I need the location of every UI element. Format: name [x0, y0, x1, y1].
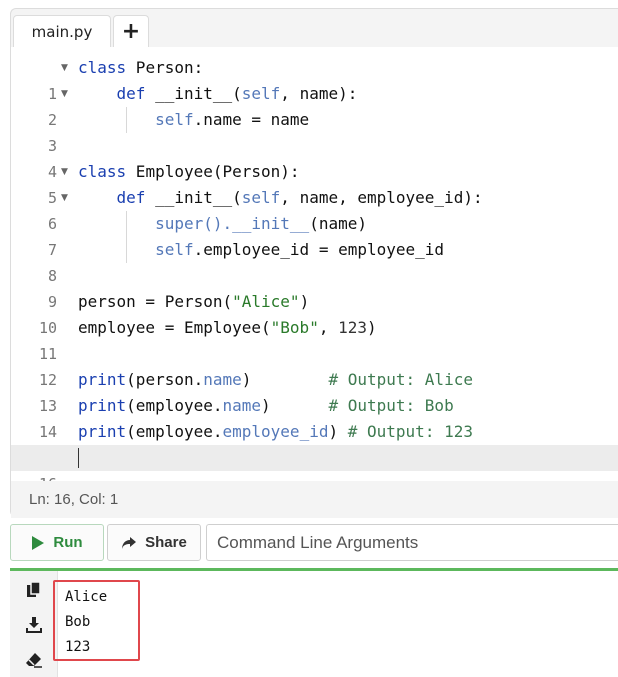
code-line: 13 print(person.name) # Output: Alice	[11, 367, 618, 415]
editor-panel: main.py + 1 ▼ class Person: 2 ▼ def __in…	[10, 8, 618, 518]
keyword: def	[116, 84, 146, 103]
self-keyword: self	[155, 110, 194, 129]
output-panel: Alice Bob 123	[10, 568, 618, 677]
code-text: __init__(	[145, 84, 242, 103]
output-highlight-annotation	[53, 580, 140, 661]
code-line: 7 super().__init__(name)	[11, 211, 618, 259]
code-text: )	[299, 292, 310, 311]
self-keyword: self	[241, 84, 281, 103]
code-text: , name, employee_id):	[280, 188, 483, 207]
code-text: Person:	[126, 58, 204, 77]
attribute: employee_id	[222, 422, 329, 441]
code-line: 15 print(employee.employee_id) # Output:…	[11, 419, 618, 467]
code-text: (name)	[309, 214, 367, 233]
code-line: 10 person = Person("Alice")	[11, 289, 618, 337]
code-text: Employee(Person):	[126, 162, 300, 181]
keyword: class	[78, 162, 127, 181]
code-text: (person.	[126, 370, 204, 389]
builtin-print: print	[78, 396, 127, 415]
output-sidebar	[10, 571, 58, 677]
tab-bar: main.py +	[11, 9, 618, 47]
code-text: .employee_id = employee_id	[193, 240, 445, 259]
code-text: person = Person(	[78, 292, 233, 311]
fold-arrow-icon[interactable]: ▼	[61, 81, 68, 107]
eraser-icon[interactable]	[25, 651, 43, 669]
code-text: )	[328, 422, 339, 441]
code-text: , name):	[280, 84, 358, 103]
string-literal: "Bob"	[270, 318, 319, 337]
command-line-args-input[interactable]: Command Line Arguments	[206, 524, 618, 561]
string-literal: "Alice"	[232, 292, 300, 311]
code-text: )	[367, 318, 377, 337]
toolbar: Run Share Command Line Arguments	[10, 524, 618, 562]
self-keyword: self	[241, 188, 281, 207]
code-line-active: 16	[11, 445, 618, 493]
code-line: 2 ▼ def __init__(self, name):	[11, 81, 618, 129]
init-call: __init__	[232, 214, 310, 233]
code-editor[interactable]: 1 ▼ class Person: 2 ▼ def __init__(self,…	[11, 47, 618, 493]
code-comment: # Output: Alice	[328, 370, 473, 389]
code-text: )	[261, 396, 271, 415]
code-text: __init__(	[145, 188, 242, 207]
self-keyword: self	[155, 240, 194, 259]
code-line: 4	[11, 133, 618, 181]
builtin-print: print	[78, 422, 127, 441]
attribute: name	[222, 396, 262, 415]
cursor-position-status: Ln: 16, Col: 1	[11, 481, 618, 518]
play-icon	[32, 535, 45, 550]
number-literal: 123	[338, 318, 367, 337]
run-button-label: Run	[53, 534, 83, 551]
code-line: 3 self.name = name	[11, 107, 618, 155]
code-text: )	[241, 370, 252, 389]
code-line: 9	[11, 263, 618, 311]
code-line: 5 ▼ class Employee(Person):	[11, 159, 618, 207]
code-comment: # Output: 123	[347, 422, 473, 441]
keyword: def	[116, 188, 146, 207]
code-line: 11 employee = Employee("Bob", 123)	[11, 315, 618, 363]
code-text: .name = name	[193, 110, 310, 129]
code-text: employee = Employee(	[78, 318, 271, 337]
code-text: (employee.	[126, 422, 223, 441]
code-line: 1 ▼ class Person:	[11, 55, 618, 103]
tab-main-py[interactable]: main.py	[13, 15, 111, 47]
run-button[interactable]: Run	[10, 524, 104, 561]
download-icon[interactable]	[25, 616, 43, 634]
fold-arrow-icon[interactable]: ▼	[61, 185, 68, 211]
add-tab-button[interactable]: +	[113, 15, 149, 47]
code-line: 12	[11, 341, 618, 389]
share-icon	[122, 536, 137, 549]
share-button[interactable]: Share	[107, 524, 201, 561]
share-button-label: Share	[145, 534, 187, 551]
fold-arrow-icon[interactable]: ▼	[61, 159, 68, 185]
code-line: 14 print(employee.name) # Output: Bob	[11, 393, 618, 441]
code-text: ,	[318, 318, 339, 337]
attribute: name	[203, 370, 242, 389]
builtin-print: print	[78, 370, 127, 389]
fold-arrow-icon[interactable]: ▼	[61, 55, 68, 81]
code-text: (employee.	[126, 396, 223, 415]
super-call: super().	[155, 214, 233, 233]
code-line: 6 ▼ def __init__(self, name, employee_id…	[11, 185, 618, 233]
code-line: 8 self.employee_id = employee_id	[11, 237, 618, 285]
keyword: class	[78, 58, 127, 77]
text-cursor	[78, 448, 79, 468]
code-comment: # Output: Bob	[328, 396, 454, 415]
copy-icon[interactable]	[25, 581, 43, 599]
